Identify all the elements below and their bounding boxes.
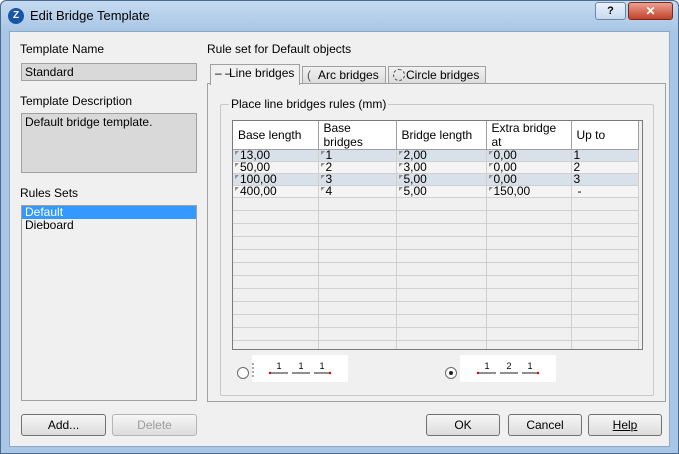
table-row[interactable]	[233, 327, 639, 341]
template-name-field[interactable]: Standard	[21, 63, 197, 81]
table-row[interactable]	[233, 223, 639, 237]
tab-circle-bridges[interactable]: Circle bridges	[388, 66, 486, 84]
cell-edit-marker-icon	[398, 163, 403, 167]
table-row[interactable]	[233, 288, 639, 302]
place-line-bridges-group: Place line bridges rules (mm) Base lengt…	[220, 97, 654, 396]
table-row[interactable]	[233, 275, 639, 289]
cancel-button[interactable]: Cancel	[508, 414, 582, 436]
option-b-label-3: 1	[527, 361, 532, 371]
dialog-body: Template Name Standard Template Descript…	[9, 31, 670, 447]
delete-button[interactable]: Delete	[112, 414, 197, 436]
cell-edit-marker-icon	[488, 151, 493, 155]
tab-arc-bridges[interactable]: ( Arc bridges	[302, 66, 386, 84]
tab-circle-bridges-label: Circle bridges	[406, 68, 480, 82]
cell-edit-marker-icon	[235, 187, 239, 191]
table-row[interactable]	[233, 197, 639, 211]
cell-edit-marker-icon	[235, 151, 239, 155]
tab-line-bridges-label: Line bridges	[229, 66, 295, 80]
table-row[interactable]	[233, 301, 639, 315]
group-title: Place line bridges rules (mm)	[229, 97, 389, 111]
rules-sets-label: Rules Sets	[20, 186, 79, 200]
cell-edit-marker-icon	[488, 163, 493, 167]
cell-value: 5,00	[403, 184, 427, 198]
help-button[interactable]: Help	[588, 414, 662, 436]
cell-edit-marker-icon	[320, 151, 325, 155]
cell-edit-marker-icon	[320, 163, 325, 167]
table-row[interactable]	[233, 262, 639, 276]
cell-value: -	[577, 184, 582, 198]
column-header-bridge-length[interactable]: Bridge length	[396, 121, 487, 150]
circle-bridge-icon	[393, 69, 405, 81]
cell-edit-marker-icon	[235, 163, 239, 167]
line-bridges-panel: Place line bridges rules (mm) Base lengt…	[207, 83, 666, 402]
close-button[interactable]: ✕	[628, 2, 673, 20]
option-a-label-1: 1	[276, 361, 281, 371]
tab-arc-bridges-label: Arc bridges	[318, 68, 379, 82]
bridge-distribution-a-icon: 1 1 1	[252, 361, 332, 377]
table-row: 400,00 4 5,00 150,00 -	[233, 184, 639, 198]
table-cell[interactable]: 5,00	[396, 184, 487, 198]
column-header-up-to[interactable]: Up to	[571, 121, 639, 150]
option-a-label-3: 1	[319, 361, 324, 371]
table-row[interactable]	[233, 249, 639, 263]
distribution-option-b-radio[interactable]	[445, 367, 457, 379]
column-header-base-length[interactable]: Base length	[233, 121, 319, 150]
column-header-extra-bridge-at[interactable]: Extra bridge at	[486, 121, 572, 150]
bridge-rules-grid[interactable]: Base length Base bridges Bridge length E…	[232, 120, 643, 350]
table-cell[interactable]: 2	[571, 161, 639, 174]
bridge-distribution-b-icon: 1 2 1	[476, 361, 540, 375]
cell-edit-marker-icon	[398, 187, 403, 191]
title-bar[interactable]: Z Edit Bridge Template ? ✕	[1, 1, 678, 31]
table-row[interactable]	[233, 340, 639, 349]
help-title-button[interactable]: ?	[595, 2, 626, 20]
distribution-option-b-preview: 1 2 1	[460, 355, 556, 382]
tab-line-bridges[interactable]: – –Line bridges	[210, 64, 300, 85]
edit-bridge-template-dialog: Z Edit Bridge Template ? ✕ Template Name…	[0, 0, 679, 454]
template-description-label: Template Description	[20, 94, 133, 108]
cell-edit-marker-icon	[488, 175, 493, 179]
cell-edit-marker-icon	[398, 151, 403, 155]
cell-edit-marker-icon	[398, 175, 403, 179]
option-b-label-1: 1	[484, 361, 489, 371]
cell-edit-marker-icon	[235, 175, 239, 179]
template-name-label: Template Name	[20, 42, 105, 56]
help-button-label: Help	[612, 418, 638, 432]
table-cell[interactable]: 4	[318, 184, 397, 198]
rules-set-item-dieboard[interactable]: Dieboard	[22, 219, 196, 232]
app-icon: Z	[8, 8, 24, 24]
cell-edit-marker-icon	[320, 175, 325, 179]
ok-button[interactable]: OK	[426, 414, 500, 436]
template-description-field[interactable]: Default bridge template.	[21, 113, 197, 173]
cell-value: 4	[325, 184, 333, 198]
arc-bridge-icon: (	[307, 68, 311, 82]
column-header-base-bridges[interactable]: Base bridges	[318, 121, 397, 150]
table-row[interactable]	[233, 314, 639, 328]
add-button[interactable]: Add...	[21, 414, 106, 436]
cell-value: 400,00	[240, 184, 277, 198]
table-cell[interactable]: -	[571, 184, 639, 198]
cell-edit-marker-icon	[488, 187, 493, 191]
option-b-label-2: 2	[506, 361, 511, 371]
line-bridge-icon: – –	[215, 66, 232, 80]
table-cell[interactable]: 1	[571, 149, 639, 162]
table-row[interactable]	[233, 210, 639, 224]
cell-value: 150,00	[493, 184, 531, 198]
option-a-label-2: 1	[298, 361, 303, 371]
distribution-option-a-preview: 1 1 1	[252, 355, 348, 382]
rule-set-label: Rule set for Default objects	[207, 42, 352, 56]
rules-sets-list[interactable]: Default Dieboard	[21, 205, 197, 401]
table-cell[interactable]: 150,00	[486, 184, 572, 198]
table-row[interactable]	[233, 236, 639, 250]
table-cell[interactable]: 400,00	[233, 184, 319, 198]
window-title: Edit Bridge Template	[30, 8, 150, 23]
cell-edit-marker-icon	[320, 187, 325, 191]
distribution-option-a-radio[interactable]	[237, 367, 249, 379]
